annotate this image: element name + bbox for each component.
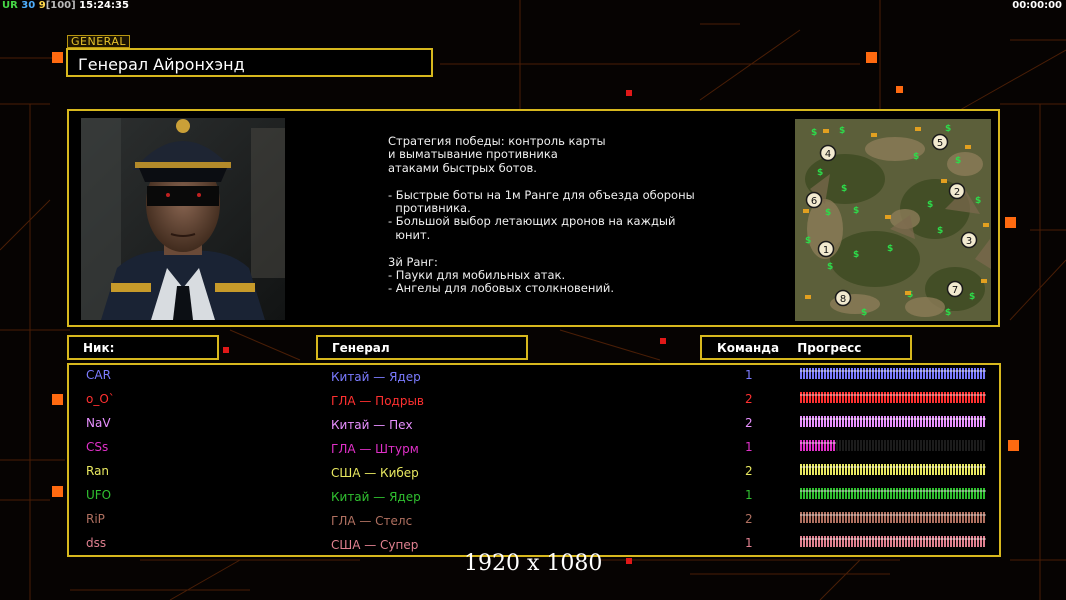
player-row: RiP ГЛА — Стелс 2: [69, 509, 999, 533]
resolution-label: 1920 x 1080: [464, 551, 603, 576]
hud-segment: UR: [2, 0, 18, 11]
player-general: США — Кибер: [331, 466, 419, 480]
svg-text:$: $: [861, 308, 867, 318]
player-row: NaV Китай — Пех 2: [69, 413, 999, 437]
player-team: 1: [745, 488, 753, 502]
svg-text:$: $: [955, 156, 961, 166]
svg-text:$: $: [969, 292, 975, 302]
status-hud: UR 30 9[100] 15:24:35: [2, 0, 129, 11]
general-tag: GENERAL: [67, 35, 131, 48]
header-team-progress: Команда Прогресс: [700, 335, 912, 360]
hud-segment: [100]: [45, 0, 76, 11]
player-nick: CSs: [86, 440, 109, 454]
svg-text:5: 5: [937, 138, 943, 149]
svg-text:$: $: [853, 250, 859, 260]
svg-text:$: $: [853, 206, 859, 216]
header-general: Генерал: [316, 335, 528, 360]
player-progress-bar: [800, 416, 986, 427]
player-nick: RiP: [86, 512, 105, 526]
svg-text:$: $: [805, 236, 811, 246]
svg-text:$: $: [817, 168, 823, 178]
player-nick: dss: [86, 536, 107, 550]
svg-text:1: 1: [823, 245, 829, 256]
player-progress-bar: [800, 536, 986, 547]
hud-segment: 15:24:35: [75, 0, 129, 11]
header-progress: Прогресс: [797, 341, 862, 355]
player-progress-bar: [800, 512, 986, 523]
svg-text:$: $: [975, 196, 981, 206]
svg-text:6: 6: [811, 196, 817, 207]
players-table: CAR Китай — Ядер 1 o_O` ГЛА — Подрыв 2 NaV Кита…: [67, 363, 1001, 557]
match-timer: 00:00:00: [1012, 0, 1062, 11]
svg-text:$: $: [827, 262, 833, 272]
player-row: CSs ГЛА — Штурм 1: [69, 437, 999, 461]
player-general: ГЛА — Подрыв: [331, 394, 425, 408]
player-progress-bar: [800, 440, 986, 451]
player-team: 2: [745, 464, 753, 478]
svg-text:$: $: [839, 126, 845, 136]
svg-text:4: 4: [825, 149, 831, 160]
general-portrait: [81, 118, 285, 320]
player-row: o_O` ГЛА — Подрыв 2: [69, 389, 999, 413]
player-general: Китай — Пех: [331, 418, 413, 432]
player-team: 2: [745, 392, 753, 406]
hud-segment: 30: [17, 0, 39, 11]
player-general: Китай — Ядер: [331, 370, 421, 384]
player-nick: NaV: [86, 416, 111, 430]
player-general: США — Супер: [331, 538, 419, 552]
svg-text:$: $: [937, 226, 943, 236]
svg-text:$: $: [887, 244, 893, 254]
player-row: UFO Китай — Ядер 1: [69, 485, 999, 509]
player-team: 1: [745, 536, 753, 550]
player-general: ГЛА — Штурм: [331, 442, 419, 456]
svg-text:$: $: [945, 308, 951, 318]
player-team: 1: [745, 440, 753, 454]
player-nick: Ran: [86, 464, 110, 478]
player-general: ГЛА — Стелс: [331, 514, 413, 528]
player-team: 1: [745, 368, 753, 382]
svg-text:3: 3: [966, 236, 972, 247]
player-nick: CAR: [86, 368, 111, 382]
svg-text:$: $: [841, 184, 847, 194]
player-nick: o_O`: [86, 392, 115, 406]
general-info-panel: Стратегия победы: контроль карты и вымат…: [67, 109, 1000, 327]
player-progress-bar: [800, 368, 986, 379]
svg-text:$: $: [927, 200, 933, 210]
svg-text:$: $: [945, 124, 951, 134]
hud-segment: 9: [38, 0, 46, 11]
header-nick: Ник:: [67, 335, 219, 360]
player-progress-bar: [800, 392, 986, 403]
svg-text:8: 8: [840, 294, 846, 305]
player-row: Ran США — Кибер 2: [69, 461, 999, 485]
header-team: Команда: [717, 341, 780, 355]
player-progress-bar: [800, 488, 986, 499]
player-row: CAR Китай — Ядер 1: [69, 365, 999, 389]
player-nick: UFO: [86, 488, 112, 502]
player-general: Китай — Ядер: [331, 490, 421, 504]
player-team: 2: [745, 512, 753, 526]
svg-text:$: $: [825, 208, 831, 218]
svg-text:2: 2: [954, 187, 960, 198]
player-team: 2: [745, 416, 753, 430]
general-name: Генерал Айронхэнд: [66, 48, 433, 77]
svg-text:$: $: [811, 128, 817, 138]
minimap[interactable]: $$$$ $$$ $$$$ $$$$ $$$$$ 1 2 3 4 5 6 7 8: [795, 119, 991, 321]
strategy-description: Стратегия победы: контроль карты и вымат…: [388, 134, 695, 296]
svg-text:7: 7: [952, 285, 958, 296]
player-progress-bar: [800, 464, 986, 475]
svg-text:$: $: [913, 152, 919, 162]
